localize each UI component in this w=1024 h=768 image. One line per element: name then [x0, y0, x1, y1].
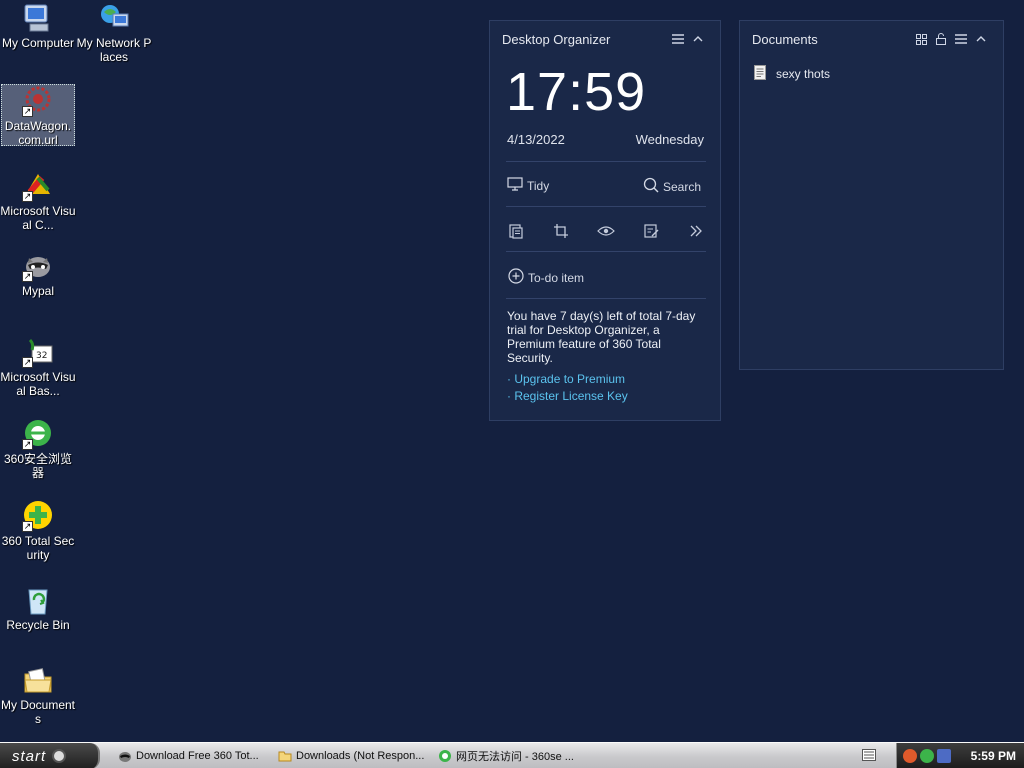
documents-header: Documents	[740, 21, 1003, 57]
360-total-security-icon: ↗	[22, 500, 54, 532]
search-button[interactable]: Search	[643, 177, 701, 196]
desktop-icon-label: Mypal	[21, 284, 54, 298]
shortcut-arrow-icon: ↗	[22, 521, 33, 532]
document-item[interactable]: sexy thots	[754, 65, 830, 83]
desktop-icon-my-documents[interactable]: My Documents	[0, 664, 76, 726]
upgrade-link[interactable]: · Upgrade to Premium	[507, 372, 625, 386]
text-file-icon	[754, 65, 766, 83]
desktop-icon-label: My Network Places	[76, 36, 152, 64]
start-button[interactable]: start	[0, 743, 100, 768]
collapse-icon[interactable]	[971, 29, 991, 49]
desktop-icon-360-browser[interactable]: ↗ 360安全浏览器	[0, 418, 76, 480]
tidy-button[interactable]: Tidy	[507, 177, 549, 194]
search-icon	[643, 177, 659, 196]
taskbar-item-label: Downloads (Not Respon...	[296, 750, 425, 762]
visual-basic-icon: 32 ↗	[22, 336, 54, 368]
shortcut-arrow-icon: ↗	[22, 357, 33, 368]
desktop-icon-360-total-security[interactable]: ↗ 360 Total Security	[0, 500, 76, 562]
url-shortcut-icon: ↗	[22, 85, 54, 117]
documents-title: Documents	[752, 31, 818, 47]
register-license-link[interactable]: · Register License Key	[507, 389, 628, 403]
clock-date: 4/13/2022	[507, 132, 565, 147]
keyboard-icon[interactable]	[862, 749, 876, 761]
visual-c-icon: ↗	[22, 170, 54, 202]
shortcut-arrow-icon: ↗	[22, 191, 33, 202]
menu-icon[interactable]	[668, 29, 688, 49]
taskbar-item-label: 网页无法访问 - 360se ...	[456, 751, 574, 763]
organizer-title: Desktop Organizer	[502, 31, 611, 47]
divider	[506, 206, 706, 207]
taskbar-clock[interactable]: 5:59 PM	[971, 749, 1016, 763]
raccoon-icon	[118, 749, 132, 763]
plus-circle-icon	[508, 268, 524, 287]
folder-icon	[278, 749, 292, 763]
unlock-icon[interactable]	[931, 29, 951, 49]
desktop-icon-label: 360安全浏览器	[3, 452, 73, 480]
clock-day: Wednesday	[635, 132, 704, 147]
documents-folder-icon	[22, 664, 54, 696]
monitor-icon	[507, 177, 523, 194]
taskbar-item-360se[interactable]: 网页无法访问 - 360se ...	[434, 745, 592, 767]
desktop-icon-label: My Computer	[1, 36, 75, 50]
todo-label: To-do item	[528, 270, 585, 285]
add-todo-button[interactable]: To-do item	[508, 268, 584, 287]
shortcut-arrow-icon: ↗	[22, 106, 33, 117]
organizer-header: Desktop Organizer	[490, 21, 720, 57]
taskbar-item-downloads[interactable]: Downloads (Not Respon...	[274, 745, 432, 767]
desktop-icon-microsoft-visual-c[interactable]: ↗ Microsoft Visual C...	[0, 170, 76, 232]
360-total-security-tray-icon[interactable]	[920, 749, 934, 763]
crop-icon[interactable]	[550, 220, 572, 242]
divider	[506, 298, 706, 299]
clipboard-icon[interactable]	[505, 220, 527, 242]
360-browser-icon	[438, 749, 452, 763]
desktop-icon-mypal[interactable]: ↗ Mypal	[0, 250, 76, 298]
eye-icon[interactable]	[595, 220, 617, 242]
raccoon-icon: ↗	[22, 250, 54, 282]
desktop-icon-my-computer[interactable]: My Computer	[0, 2, 76, 50]
360-shield-tray-icon[interactable]	[903, 749, 917, 763]
shortcut-arrow-icon: ↗	[22, 439, 33, 450]
desktop-icon-recycle-bin[interactable]: Recycle Bin	[0, 584, 76, 632]
360-browser-icon: ↗	[22, 418, 54, 450]
document-label: sexy thots	[776, 67, 831, 81]
trial-notice: You have 7 day(s) left of total 7-day tr…	[507, 309, 696, 365]
computer-icon	[22, 2, 54, 34]
taskbar: start Download Free 360 Tot... Downloads…	[0, 742, 1024, 768]
menu-icon[interactable]	[951, 29, 971, 49]
grid-view-icon[interactable]	[911, 29, 931, 49]
collapse-icon[interactable]	[688, 29, 708, 49]
desktop-icon-label: 360 Total Security	[1, 534, 75, 562]
desktop-icon-label: Microsoft Visual Bas...	[0, 370, 76, 398]
start-orb-icon	[52, 749, 67, 763]
double-chevron-right-icon[interactable]	[685, 220, 707, 242]
desktop-icon-datawagon-url[interactable]: ↗ DataWagon.com.url	[1, 84, 75, 147]
divider	[506, 251, 706, 252]
divider	[506, 161, 706, 162]
taskbar-item-360-download[interactable]: Download Free 360 Tot...	[114, 745, 272, 767]
svg-text:32: 32	[36, 351, 47, 361]
tidy-label: Tidy	[527, 178, 550, 193]
start-label: start	[12, 747, 47, 765]
desktop-organizer-widget: Desktop Organizer 17:59 4/13/2022 Wednes…	[489, 20, 721, 421]
desktop-icon-label: DataWagon.com.url	[4, 119, 72, 147]
desktop-icon-label: Recycle Bin	[6, 618, 70, 632]
documents-widget: Documents sexy thots	[739, 20, 1004, 370]
network-tray-icon[interactable]	[937, 749, 951, 763]
shortcut-arrow-icon: ↗	[22, 271, 33, 282]
desktop-icon-my-network-places[interactable]: My Network Places	[76, 2, 152, 64]
desktop-icon-microsoft-visual-basic[interactable]: 32 ↗ Microsoft Visual Bas...	[0, 336, 76, 398]
recycle-bin-icon	[22, 584, 54, 616]
clock-time: 17:59	[506, 62, 647, 122]
network-places-icon	[98, 2, 130, 34]
system-tray: 5:59 PM	[896, 743, 1024, 768]
desktop-icon-label: Microsoft Visual C...	[0, 204, 76, 232]
taskbar-item-label: Download Free 360 Tot...	[136, 750, 259, 762]
search-label: Search	[663, 179, 702, 194]
notes-edit-icon[interactable]	[640, 220, 662, 242]
desktop-icon-label: My Documents	[0, 698, 76, 726]
